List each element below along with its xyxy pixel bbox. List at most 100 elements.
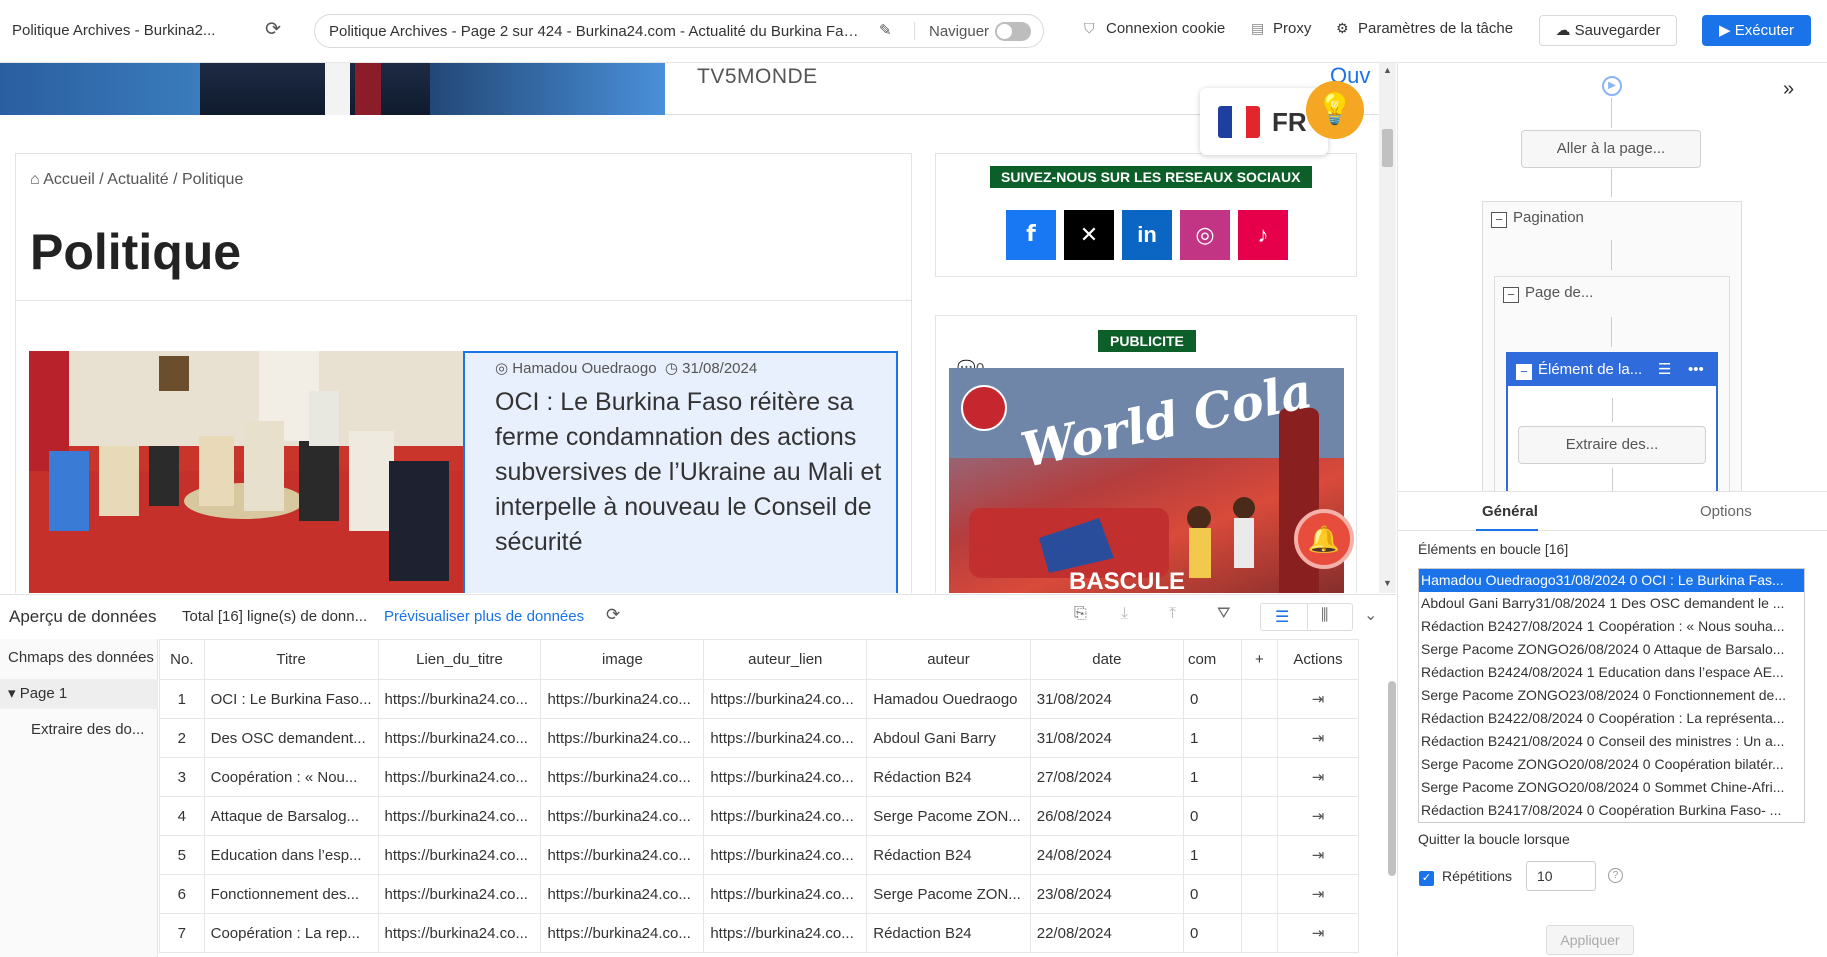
table-cell[interactable]: Coopération : « Nou... xyxy=(203,757,379,797)
table-cell[interactable]: 0 xyxy=(1182,796,1242,836)
table-cell[interactable]: OCI : Le Burkina Faso... xyxy=(203,679,379,719)
filter-icon[interactable]: ⛛ xyxy=(1217,605,1230,623)
table-cell[interactable]: https://burkina24.co... xyxy=(540,718,705,758)
url-text[interactable]: Politique Archives - Page 2 sur 424 - Bu… xyxy=(329,23,859,40)
table-cell[interactable]: https://burkina24.co... xyxy=(377,796,542,836)
goto-page-node[interactable]: Aller à la page... xyxy=(1521,130,1701,168)
run-button[interactable]: ▶ Exécuter xyxy=(1702,15,1811,46)
table-cell[interactable]: https://burkina24.co... xyxy=(540,913,705,953)
proxy-button[interactable]: ▤ Proxy xyxy=(1251,20,1311,37)
table-cell[interactable]: https://burkina24.co... xyxy=(703,796,868,836)
table-cell[interactable]: 7 xyxy=(159,913,205,953)
table-cell[interactable]: https://burkina24.co... xyxy=(703,874,868,914)
table-cell[interactable]: 1 xyxy=(1182,718,1242,758)
notification-bell-icon[interactable]: 🔔 xyxy=(1294,509,1354,569)
element-loop-node[interactable]: − Élément de la... ☰ ••• Extraire des... xyxy=(1506,352,1718,491)
workflow-canvas[interactable]: » ▶ Aller à la page... − Pagination − Page… xyxy=(1398,63,1827,491)
table-cell[interactable]: https://burkina24.co... xyxy=(377,835,542,875)
table-cell[interactable]: 22/08/2024 xyxy=(1029,913,1184,953)
open-row-icon[interactable]: ⇥ xyxy=(1277,796,1359,836)
refresh-icon[interactable]: ⟳ xyxy=(606,605,620,625)
tiktok-icon[interactable]: ♪ xyxy=(1238,210,1288,260)
table-cell[interactable]: 0 xyxy=(1182,874,1242,914)
linkedin-icon[interactable]: in xyxy=(1122,210,1172,260)
scroll-down-icon[interactable]: ▼ xyxy=(1383,578,1392,588)
collapse-down-icon[interactable]: ⌄ xyxy=(1364,605,1377,625)
column-header[interactable]: com xyxy=(1182,639,1242,680)
collapse-panel-icon[interactable]: » xyxy=(1783,78,1794,101)
more-icon[interactable]: ••• xyxy=(1688,354,1704,386)
table-cell[interactable]: 27/08/2024 xyxy=(1029,757,1184,797)
loop-item[interactable]: Rédaction B2417/08/2024 0 Coopération Bu… xyxy=(1419,799,1804,822)
loop-item[interactable]: Serge Pacome ZONGO20/08/2024 0 Sommet Ch… xyxy=(1419,776,1804,799)
table-cell[interactable]: 4 xyxy=(159,796,205,836)
table-cell[interactable]: 23/08/2024 xyxy=(1029,874,1184,914)
table-cell[interactable]: 31/08/2024 xyxy=(1029,718,1184,758)
tab-title[interactable]: Politique Archives - Burkina2... xyxy=(12,22,227,39)
open-row-icon[interactable]: ⇥ xyxy=(1277,718,1359,758)
table-row[interactable]: 1 OCI : Le Burkina Faso... https://burkina… xyxy=(159,679,1359,719)
table-cell[interactable]: https://burkina24.co... xyxy=(703,718,868,758)
repetitions-input[interactable]: 10 xyxy=(1526,861,1596,891)
save-button[interactable]: ☁ Sauvegarder xyxy=(1539,15,1677,46)
list-icon[interactable]: ☰ xyxy=(1658,354,1671,386)
loop-item[interactable]: Serge Pacome ZONGO26/08/2024 0 Attaque d… xyxy=(1419,638,1804,661)
scroll-up-icon[interactable]: ▲ xyxy=(1383,65,1392,75)
article-photo[interactable] xyxy=(29,351,463,593)
open-row-icon[interactable]: ⇥ xyxy=(1277,913,1359,953)
table-row[interactable]: 4 Attaque de Barsalog... https://burkina24… xyxy=(159,796,1359,836)
article-title[interactable]: OCI : Le Burkina Faso réitère sa ferme c… xyxy=(495,385,890,560)
table-cell[interactable]: https://burkina24.co... xyxy=(540,796,705,836)
loop-item[interactable]: Hamadou Ouedraogo31/08/2024 0 OCI : Le B… xyxy=(1419,569,1804,592)
page-loop-header[interactable]: − Page de... xyxy=(1503,284,1593,303)
reload-icon[interactable]: ⟳ xyxy=(262,19,284,41)
table-cell[interactable]: https://burkina24.co... xyxy=(703,913,868,953)
loop-item[interactable]: Rédaction B2421/08/2024 0 Conseil des mi… xyxy=(1419,730,1804,753)
repetitions-checkbox[interactable]: ✓ xyxy=(1419,871,1434,886)
edit-url-icon[interactable]: ✎ xyxy=(879,21,901,41)
column-view-icon[interactable]: ⫼ xyxy=(1321,607,1328,625)
table-cell[interactable]: https://burkina24.co... xyxy=(703,679,868,719)
instagram-icon[interactable]: ◎ xyxy=(1180,210,1230,260)
table-cell[interactable]: 5 xyxy=(159,835,205,875)
table-cell[interactable]: Coopération : La rep... xyxy=(203,913,379,953)
table-cell[interactable]: Rédaction B24 xyxy=(866,913,1031,953)
table-cell[interactable]: https://burkina24.co... xyxy=(377,913,542,953)
table-cell[interactable]: Fonctionnement des... xyxy=(203,874,379,914)
add-column-button[interactable]: + xyxy=(1240,639,1279,680)
tab-options[interactable]: Options xyxy=(1700,503,1752,520)
column-header[interactable]: date xyxy=(1029,639,1184,680)
table-cell[interactable]: https://burkina24.co... xyxy=(377,679,542,719)
table-cell[interactable]: 0 xyxy=(1182,679,1242,719)
table-cell[interactable]: Abdoul Gani Barry xyxy=(866,718,1031,758)
table-cell[interactable]: Des OSC demandent... xyxy=(203,718,379,758)
table-cell[interactable]: Serge Pacome ZON... xyxy=(866,874,1031,914)
table-cell[interactable]: https://burkina24.co... xyxy=(377,718,542,758)
table-cell[interactable]: https://burkina24.co... xyxy=(703,835,868,875)
column-header[interactable]: image xyxy=(540,639,705,680)
table-row[interactable]: 6 Fonctionnement des... https://burkina24.… xyxy=(159,874,1359,914)
table-cell[interactable]: 2 xyxy=(159,718,205,758)
apply-button[interactable]: Appliquer xyxy=(1546,925,1634,955)
table-cell[interactable]: Attaque de Barsalog... xyxy=(203,796,379,836)
webview-scrollbar[interactable]: ▲ ▼ xyxy=(1379,63,1396,593)
pagination-header[interactable]: − Pagination xyxy=(1491,209,1584,228)
table-cell[interactable]: 26/08/2024 xyxy=(1029,796,1184,836)
x-icon[interactable]: ✕ xyxy=(1064,210,1114,260)
table-cell[interactable]: https://burkina24.co... xyxy=(377,757,542,797)
element-loop-header[interactable]: − Élément de la... ☰ ••• xyxy=(1508,354,1716,386)
lightbulb-icon[interactable]: 💡 xyxy=(1306,81,1364,139)
open-row-icon[interactable]: ⇥ xyxy=(1277,874,1359,914)
table-cell[interactable]: 1 xyxy=(1182,835,1242,875)
breadcrumb-text[interactable]: Accueil / Actualité / Politique xyxy=(43,171,243,188)
url-bar[interactable]: Politique Archives - Page 2 sur 424 - Bu… xyxy=(314,14,1044,48)
table-cell[interactable]: 31/08/2024 xyxy=(1029,679,1184,719)
ad-image[interactable]: World Cola BASCULE xyxy=(949,368,1344,593)
task-settings-button[interactable]: ⚙ Paramètres de la tâche xyxy=(1336,20,1513,37)
loop-item[interactable]: Serge Pacome ZONGO20/08/2024 0 Coopérati… xyxy=(1419,753,1804,776)
article-author[interactable]: Hamadou Ouedraogo xyxy=(512,360,656,377)
webview-scroll-thumb[interactable] xyxy=(1382,129,1393,167)
minus-icon[interactable]: − xyxy=(1516,364,1532,380)
table-cell[interactable]: https://burkina24.co... xyxy=(540,679,705,719)
breadcrumb[interactable]: ⌂ Accueil / Actualité / Politique xyxy=(30,171,243,189)
